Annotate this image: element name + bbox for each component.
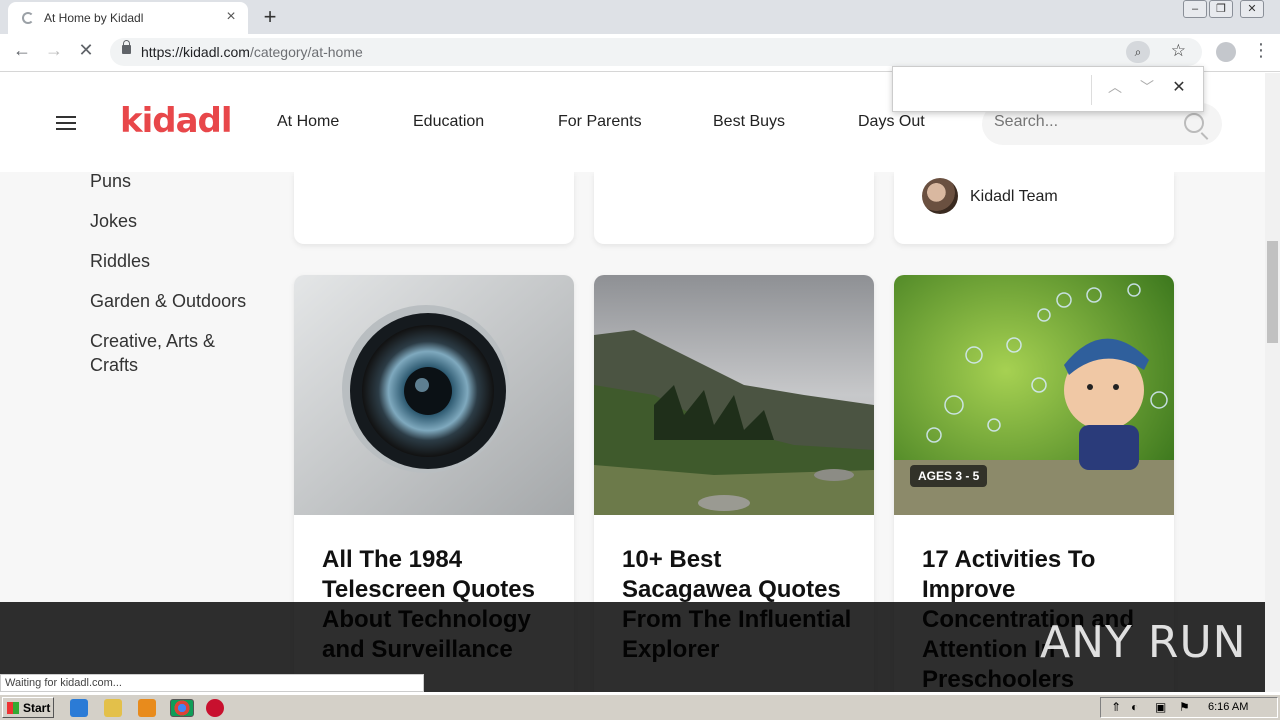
network-icon[interactable]: ▣: [1155, 700, 1166, 714]
system-clock: 6:16 AM: [1208, 701, 1249, 713]
search-input[interactable]: [994, 113, 1174, 131]
category-jokes[interactable]: Jokes: [90, 209, 137, 233]
status-bar: Waiting for kidadl.com...: [0, 674, 424, 692]
nav-for-parents[interactable]: For Parents: [558, 113, 642, 131]
folder-icon[interactable]: [104, 699, 122, 717]
opera-icon[interactable]: [206, 699, 224, 717]
ie-icon[interactable]: [70, 699, 88, 717]
nav-at-home[interactable]: At Home: [277, 113, 339, 131]
address-bar[interactable]: https://kidadl.com/category/at-home ⌕ ☆: [110, 38, 1202, 66]
windows-taskbar: Start ⇑ ◐ ▣ ⚑ 6:16 AM: [0, 694, 1280, 720]
site-logo[interactable]: kidadl: [120, 101, 233, 141]
bookmark-star-icon[interactable]: ☆: [1171, 41, 1186, 61]
category-creative-arts-crafts[interactable]: Creative, Arts & Crafts: [90, 329, 260, 377]
chrome-icon[interactable]: [170, 699, 194, 717]
child-bubbles-image[interactable]: AGES 3 - 5: [894, 275, 1174, 515]
scrollbar-thumb[interactable]: [1267, 241, 1278, 343]
nav-days-out[interactable]: Days Out: [858, 113, 925, 131]
find-next-icon[interactable]: ﹀: [1137, 77, 1157, 97]
nav-education[interactable]: Education: [413, 113, 484, 131]
age-badge: AGES 3 - 5: [910, 465, 988, 487]
hamburger-menu-icon[interactable]: [56, 116, 76, 130]
start-label: Start: [23, 701, 51, 715]
page-scrollbar[interactable]: [1265, 73, 1280, 692]
flag-icon[interactable]: ⚑: [1179, 700, 1190, 714]
lock-icon: [122, 40, 131, 54]
chrome-menu-icon[interactable]: ⋮: [1252, 40, 1270, 61]
find-close-icon[interactable]: ✕: [1169, 77, 1189, 97]
nav-best-buys[interactable]: Best Buys: [713, 113, 785, 131]
profile-avatar-icon[interactable]: [1216, 42, 1236, 62]
back-arrow-icon[interactable]: ←: [10, 40, 34, 61]
restore-button[interactable]: ❐: [1209, 0, 1233, 18]
category-riddles[interactable]: Riddles: [90, 249, 150, 273]
card-previous-1[interactable]: [294, 172, 574, 244]
windows-logo-icon: [7, 702, 19, 714]
minimize-button[interactable]: –: [1183, 0, 1207, 18]
stop-loading-icon[interactable]: ✕: [74, 40, 98, 61]
tray-expand-icon[interactable]: ⇑: [1111, 700, 1121, 714]
start-button[interactable]: Start: [2, 697, 54, 718]
search-icon[interactable]: [1184, 113, 1204, 133]
url-text: https://kidadl.com/category/at-home: [141, 44, 363, 60]
camera-lens-image[interactable]: [294, 275, 574, 515]
browser-tab[interactable]: At Home by Kidadl ×: [8, 2, 248, 34]
forward-arrow-icon[interactable]: →: [42, 40, 66, 61]
web-page: Puns Jokes Riddles Garden & Outdoors Cre…: [0, 73, 1265, 692]
loading-spinner-icon: [22, 12, 34, 24]
volume-icon[interactable]: ◐: [1131, 700, 1138, 714]
category-puns[interactable]: Puns: [90, 169, 131, 193]
author-name[interactable]: Kidadl Team: [970, 188, 1058, 206]
anyrun-watermark: ANY RUN: [1040, 617, 1247, 668]
author-avatar: [922, 178, 958, 214]
category-garden-outdoors[interactable]: Garden & Outdoors: [90, 289, 246, 313]
tab-close-button[interactable]: ×: [222, 8, 240, 26]
tab-title: At Home by Kidadl: [44, 11, 144, 25]
system-tray: ⇑ ◐ ▣ ⚑: [1100, 697, 1278, 718]
find-in-page-icon[interactable]: ⌕: [1126, 41, 1150, 63]
find-previous-icon[interactable]: ︿: [1105, 77, 1125, 97]
window-close-button[interactable]: ✕: [1240, 0, 1264, 18]
media-player-icon[interactable]: [138, 699, 156, 717]
find-bar: ︿ ﹀ ✕: [892, 66, 1204, 112]
new-tab-button[interactable]: +: [258, 4, 282, 30]
card-previous-2[interactable]: [594, 172, 874, 244]
find-input[interactable]: [901, 77, 1081, 101]
tab-strip: At Home by Kidadl × + – ❐ ✕: [0, 0, 1280, 34]
find-divider: [1091, 75, 1092, 105]
mountain-landscape-image[interactable]: [594, 275, 874, 515]
card-previous-3[interactable]: Kidadl Team: [894, 172, 1174, 244]
